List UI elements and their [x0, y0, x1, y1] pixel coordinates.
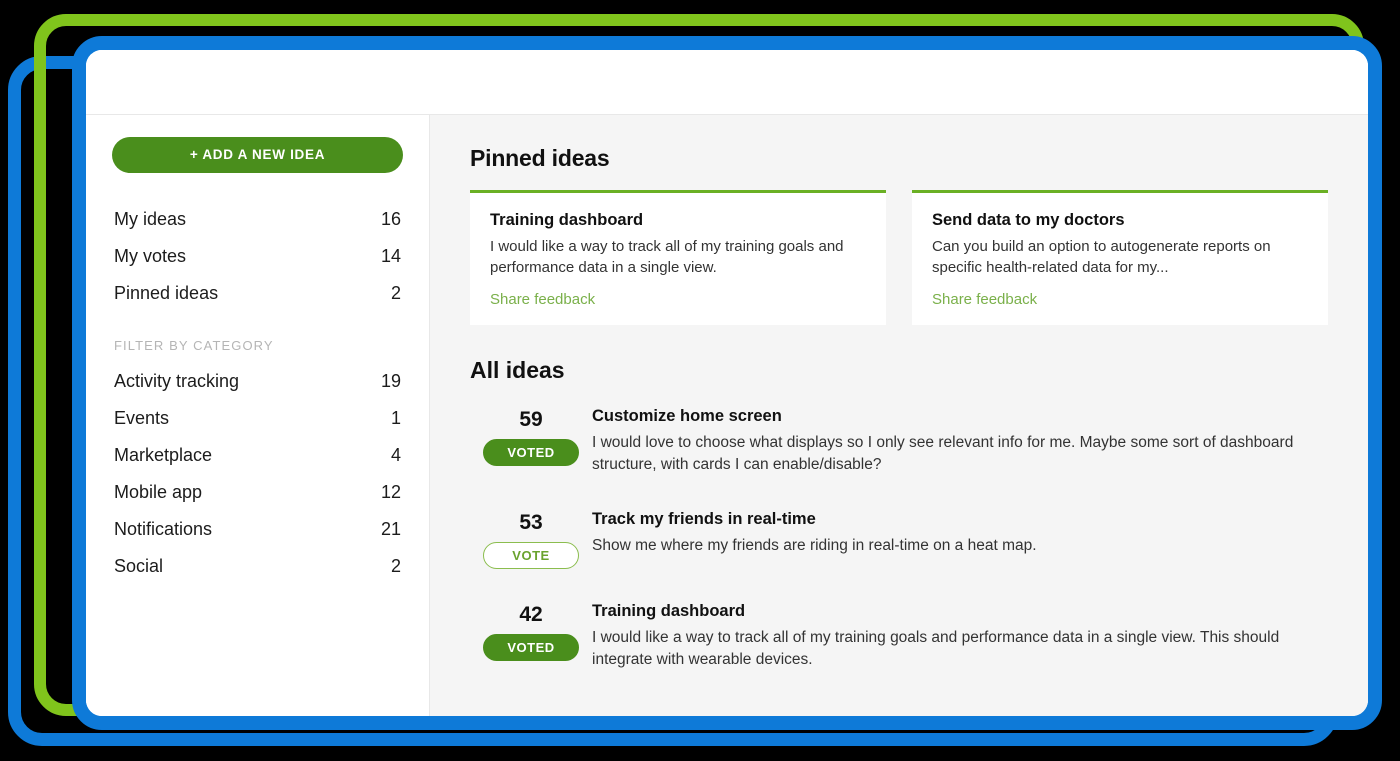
sidebar-item-count: 16	[380, 209, 401, 229]
vote-button[interactable]: VOTED	[483, 633, 579, 661]
sidebar-category-label: Social	[114, 556, 164, 576]
all-ideas-heading: All ideas	[470, 356, 565, 383]
sidebar-item-label: My ideas	[114, 209, 187, 229]
screenshot-stage: + ADD A NEW IDEA My ideas 16 My votes 14…	[0, 0, 1400, 761]
pinned-idea-card[interactable]: Training dashboard I would like a way to…	[470, 190, 886, 325]
sidebar-category-label: Events	[114, 408, 170, 428]
idea-list-item: 53 VOTE Track my friends in real-time Sh…	[470, 509, 1328, 569]
sidebar-nav-list: My ideas 16 My votes 14 Pinned ideas 2	[112, 201, 403, 312]
pinned-card-description: I would like a way to track all of my tr…	[490, 238, 844, 277]
all-ideas-list: 59 VOTED Customize home screen I would l…	[470, 406, 1328, 672]
idea-body: Track my friends in real-time Show me wh…	[592, 509, 1328, 557]
sidebar-item-pinned-ideas[interactable]: Pinned ideas 2	[112, 275, 403, 312]
idea-list-item: 59 VOTED Customize home screen I would l…	[470, 406, 1328, 477]
idea-title[interactable]: Customize home screen	[592, 407, 1328, 426]
sidebar-category-label: Activity tracking	[114, 371, 240, 391]
sidebar-category-label: Notifications	[114, 519, 213, 539]
sidebar-category-count: 1	[390, 408, 401, 428]
vote-button[interactable]: VOTED	[483, 438, 579, 466]
vote-count: 53	[519, 510, 543, 534]
sidebar-item-label: My votes	[114, 246, 187, 266]
pinned-idea-card[interactable]: Send data to my doctors Can you build an…	[912, 190, 1328, 325]
pinned-card-title: Training dashboard	[490, 211, 644, 229]
sidebar-item-my-votes[interactable]: My votes 14	[112, 238, 403, 275]
sidebar-item-social[interactable]: Social 2	[112, 548, 403, 585]
vote-column: 59 VOTED	[470, 406, 592, 466]
add-new-idea-button[interactable]: + ADD A NEW IDEA	[112, 137, 403, 173]
idea-body: Customize home screen I would love to ch…	[592, 406, 1328, 477]
sidebar-item-my-ideas[interactable]: My ideas 16	[112, 201, 403, 238]
sidebar-category-count: 19	[380, 371, 401, 391]
ideas-portal-app: + ADD A NEW IDEA My ideas 16 My votes 14…	[86, 50, 1368, 716]
vote-count: 42	[519, 602, 543, 626]
pinned-ideas-heading: Pinned ideas	[470, 145, 610, 171]
idea-title[interactable]: Track my friends in real-time	[592, 510, 1328, 529]
filter-by-category-heading: FILTER BY CATEGORY	[114, 338, 274, 353]
sidebar-item-activity-tracking[interactable]: Activity tracking 19	[112, 363, 403, 400]
vote-column: 42 VOTED	[470, 601, 592, 661]
idea-description: Show me where my friends are riding in r…	[592, 536, 1037, 554]
vote-count: 59	[519, 407, 543, 431]
browser-window-frame: + ADD A NEW IDEA My ideas 16 My votes 14…	[72, 36, 1382, 730]
share-feedback-link[interactable]: Share feedback	[932, 291, 1037, 308]
sidebar-item-events[interactable]: Events 1	[112, 400, 403, 437]
idea-description: I would love to choose what displays so …	[592, 433, 1294, 474]
sidebar-category-count: 12	[380, 482, 401, 502]
sidebar-item-marketplace[interactable]: Marketplace 4	[112, 437, 403, 474]
app-body: + ADD A NEW IDEA My ideas 16 My votes 14…	[86, 115, 1368, 716]
sidebar-category-label: Marketplace	[114, 445, 213, 465]
sidebar-category-list: Activity tracking 19 Events 1 Marketplac…	[112, 363, 403, 585]
main-content: Pinned ideas Training dashboard I would …	[430, 115, 1368, 716]
sidebar: + ADD A NEW IDEA My ideas 16 My votes 14…	[86, 115, 430, 716]
idea-description: I would like a way to track all of my tr…	[592, 628, 1280, 668]
sidebar-item-mobile-app[interactable]: Mobile app 12	[112, 474, 403, 511]
sidebar-category-label: Mobile app	[114, 482, 203, 502]
idea-body: Training dashboard I would like a way to…	[592, 601, 1328, 672]
sidebar-item-count: 14	[380, 246, 401, 266]
pinned-ideas-grid: Training dashboard I would like a way to…	[470, 190, 1328, 325]
sidebar-item-label: Pinned ideas	[114, 283, 219, 303]
sidebar-item-notifications[interactable]: Notifications 21	[112, 511, 403, 548]
vote-column: 53 VOTE	[470, 509, 592, 569]
pinned-card-title: Send data to my doctors	[932, 211, 1125, 229]
vote-button[interactable]: VOTE	[483, 541, 579, 569]
pinned-card-description: Can you build an option to autogenerate …	[932, 238, 1271, 277]
idea-list-item: 42 VOTED Training dashboard I would like…	[470, 601, 1328, 672]
sidebar-item-count: 2	[390, 283, 401, 303]
sidebar-category-count: 2	[390, 556, 401, 576]
share-feedback-link[interactable]: Share feedback	[490, 291, 595, 308]
app-topbar	[86, 50, 1368, 115]
idea-title[interactable]: Training dashboard	[592, 602, 1328, 621]
sidebar-category-count: 21	[380, 519, 401, 539]
sidebar-category-count: 4	[390, 445, 401, 465]
